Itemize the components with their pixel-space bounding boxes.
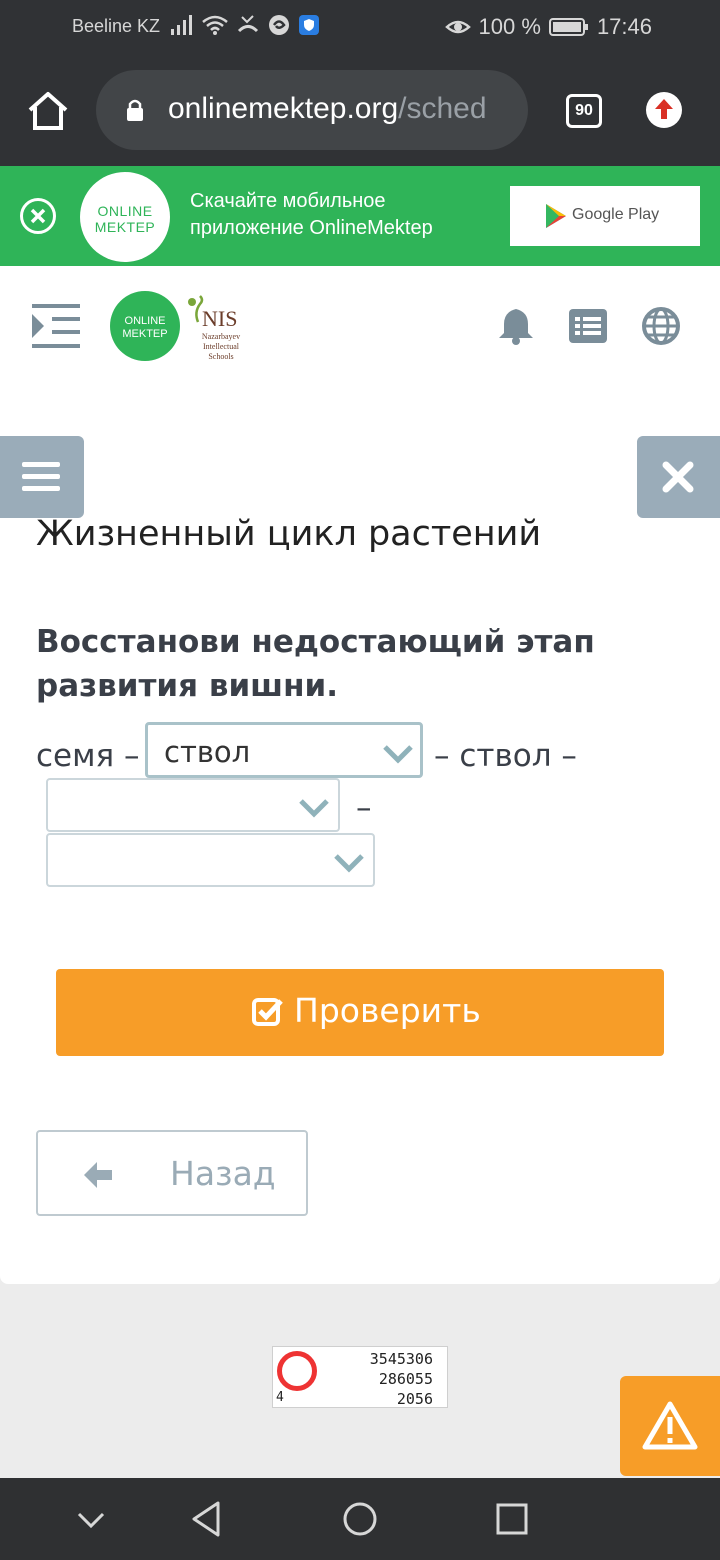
warning-icon (642, 1401, 698, 1450)
home-circle-icon[interactable] (337, 1496, 383, 1542)
close-icon (30, 208, 46, 224)
lesson-title: Жизненный цикл растений (36, 514, 542, 554)
stage-select-2[interactable] (46, 778, 340, 832)
sync-icon (269, 15, 289, 35)
wifi-icon (202, 15, 228, 35)
nis-title: NIS (202, 306, 238, 331)
back-triangle-icon[interactable] (184, 1496, 230, 1542)
url-text: onlinemektep.org/sched (168, 92, 487, 126)
url-host: onlinemektep.org (168, 92, 399, 125)
address-bar[interactable]: onlinemektep.org/sched (96, 70, 528, 150)
status-right: 100 % 17:46 (444, 14, 652, 40)
site-logo-line1: ONLINE (124, 315, 166, 327)
chevron-down-icon (334, 854, 364, 873)
stage-select-1[interactable]: ствол (145, 722, 423, 778)
checkbox-check-icon (252, 998, 283, 1026)
task-instruction: Восстанови недостающий этап развития виш… (36, 624, 595, 704)
nis-subtitle: Nazarbayev Intellectual Schools (201, 332, 241, 361)
counter-line-2: 286055 (378, 1370, 433, 1388)
close-panel-button[interactable] (637, 436, 720, 518)
banner-logo-line1: ONLINE (97, 203, 153, 219)
banner-text: Скачайте мобильное приложение OnlineMekt… (190, 190, 433, 239)
report-problem-button[interactable] (620, 1376, 720, 1476)
status-icons (170, 14, 320, 36)
back-label: Назад (170, 1154, 276, 1193)
menu-toggle-icon[interactable] (30, 302, 82, 350)
signal-icon (171, 15, 192, 35)
task-card: Жизненный цикл растений Восстанови недос… (0, 386, 720, 1284)
stage-select-3[interactable] (46, 833, 375, 887)
chevron-down-icon (299, 799, 329, 818)
sequence-middle: – ствол – (434, 738, 577, 774)
browser-toolbar: onlinemektep.org/sched 90 (0, 56, 720, 166)
shield-icon (299, 15, 319, 35)
sequence-start: семя – (36, 738, 140, 774)
visit-counter-widget[interactable]: 4 3545306 286055 2056 (272, 1346, 448, 1408)
lock-icon (127, 99, 143, 121)
banner-close-button[interactable] (20, 198, 56, 234)
google-play-button[interactable]: Google Play (510, 186, 700, 246)
missed-call-icon (237, 15, 259, 33)
counter-line-3: 2056 (396, 1390, 433, 1408)
home-icon[interactable] (26, 90, 70, 132)
clock: 17:46 (596, 14, 652, 39)
counter-badge: 4 (276, 1390, 284, 1405)
nis-logo: NIS Nazarbayev Intellectual Schools (184, 294, 248, 361)
battery-icon (548, 18, 588, 36)
hamburger-icon (22, 462, 60, 491)
check-answer-label: Проверить (294, 991, 481, 1030)
close-icon (662, 461, 694, 493)
url-path: /sched (398, 92, 487, 125)
tab-switcher-button[interactable]: 90 (566, 94, 602, 128)
check-answer-button[interactable]: Проверить (56, 969, 664, 1056)
lesson-menu-button[interactable] (0, 436, 84, 518)
counter-values: 3545306 286055 2056 (370, 1349, 433, 1409)
onlinemektep-logo[interactable]: ONLINE MEKTEP (110, 291, 180, 361)
recents-square-icon[interactable] (489, 1496, 535, 1542)
arrow-left-icon (84, 1162, 112, 1188)
banner-logo: ONLINE MEKTEP (80, 172, 170, 262)
back-button[interactable]: Назад (36, 1130, 308, 1216)
globe-icon[interactable] (641, 306, 681, 346)
sequence-dash: – (356, 790, 372, 826)
list-icon[interactable] (568, 306, 608, 346)
system-nav-bar (0, 1478, 720, 1560)
google-play-label: Google Play (572, 206, 660, 223)
stage-select-1-value: ствол (164, 735, 251, 769)
app-download-banner: ONLINE MEKTEP Скачайте мобильное приложе… (0, 166, 720, 266)
arrow-up-icon (655, 99, 673, 119)
site-header: ONLINE MEKTEP NIS Nazarbayev Intellectua… (0, 266, 720, 386)
site-logo-line2: MEKTEP (122, 328, 168, 340)
carrier-label: Beeline KZ (72, 16, 161, 36)
eye-comfort-icon (444, 20, 471, 34)
status-bar: Beeline KZ 100 % 17:46 (0, 0, 720, 56)
play-store-icon (546, 204, 566, 228)
banner-logo-line2: MEKTEP (94, 219, 156, 235)
counter-ring-icon (277, 1351, 317, 1391)
bell-icon[interactable] (496, 306, 536, 346)
chevron-down-icon[interactable] (68, 1496, 114, 1542)
battery-percent: 100 % (478, 14, 541, 39)
update-button[interactable] (646, 92, 682, 128)
counter-line-1: 3545306 (369, 1350, 433, 1368)
chevron-down-icon (383, 745, 413, 764)
